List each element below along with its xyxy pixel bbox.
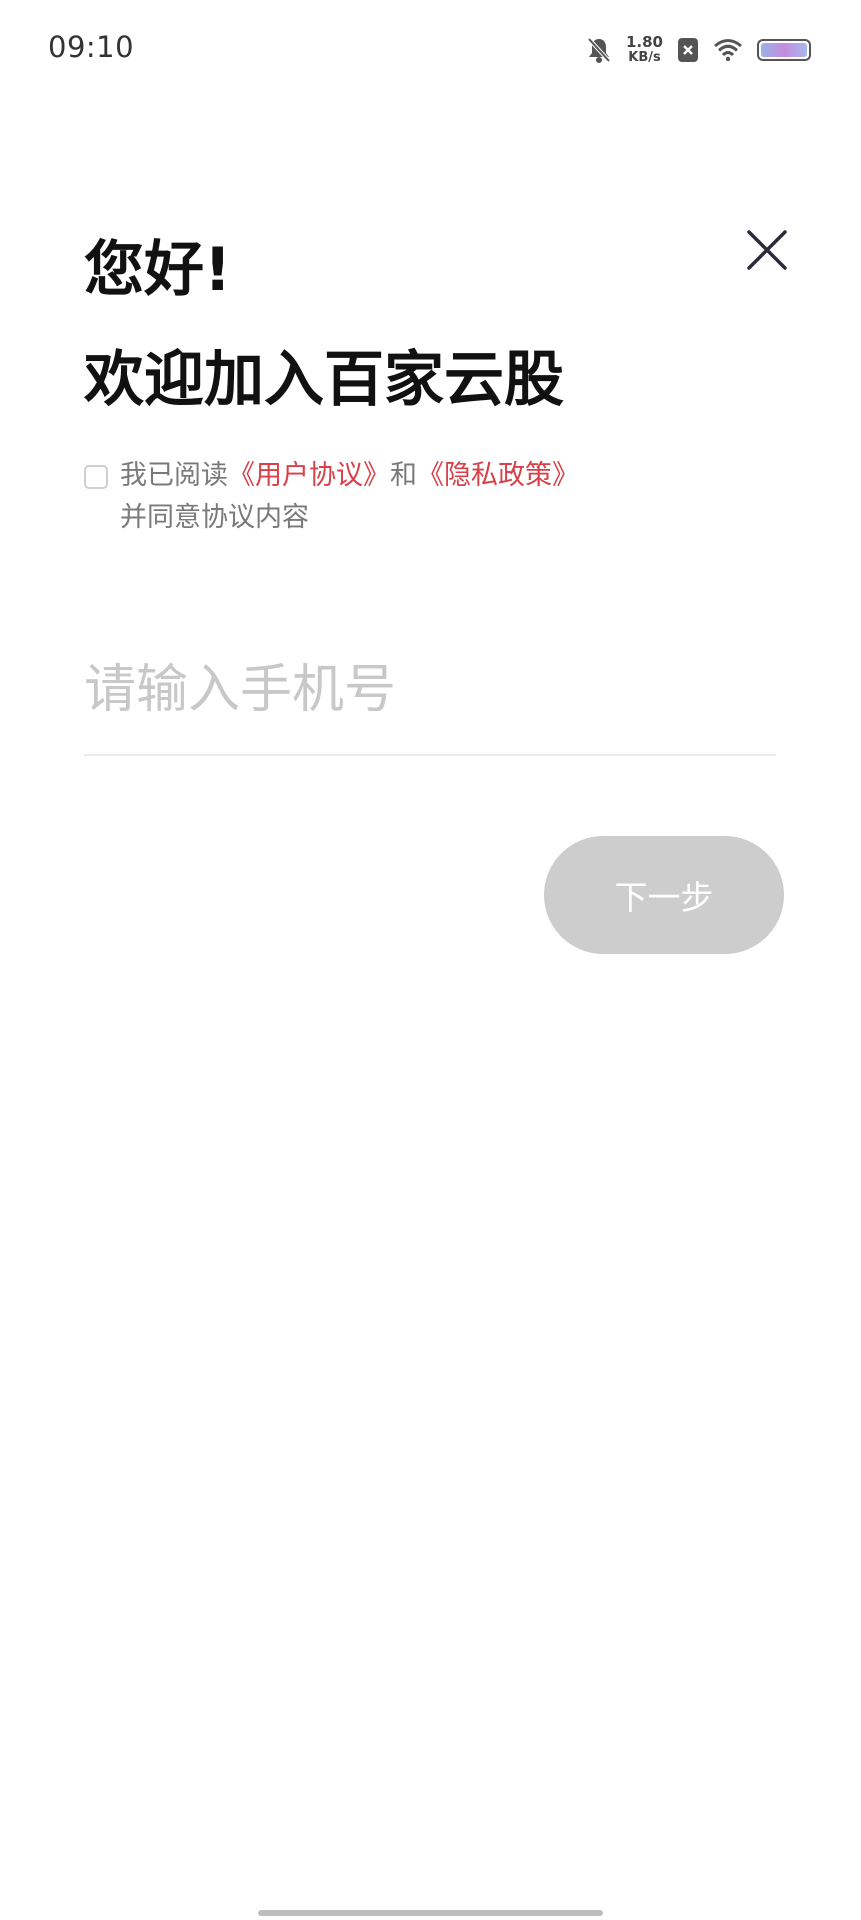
bell-muted-icon [586,36,612,64]
status-bar: 09:10 1.80 KB/s [0,0,861,100]
user-agreement-link[interactable]: 《用户协议》 [228,460,390,491]
network-speed-value: 1.80 [625,33,663,51]
network-speed: 1.80 KB/s [625,33,663,66]
welcome-title: 欢迎加入百家云股 [84,345,564,415]
agreement-text: 我已阅读《用户协议》和《隐私政策》 并同意协议内容 [120,455,740,539]
agreement-checkbox[interactable] [84,465,108,489]
close-icon [747,230,787,270]
battery-icon [757,39,811,61]
close-box-icon [677,37,699,63]
battery-level [761,43,807,57]
network-speed-unit: KB/s [628,50,661,65]
phone-input[interactable] [84,650,776,730]
input-underline [84,754,776,756]
agreement-connector: 和 [390,460,417,491]
close-button[interactable] [745,228,789,272]
agreement-suffix: 并同意协议内容 [120,502,309,533]
next-step-button[interactable]: 下一步 [544,836,784,954]
privacy-policy-link[interactable]: 《隐私政策》 [417,460,579,491]
greeting-title: 您好! [84,235,232,305]
status-time: 09:10 [48,30,135,64]
home-indicator[interactable] [258,1910,603,1916]
agreement-prefix: 我已阅读 [120,460,228,491]
status-icons: 1.80 KB/s [586,30,811,70]
wifi-icon [713,38,743,62]
